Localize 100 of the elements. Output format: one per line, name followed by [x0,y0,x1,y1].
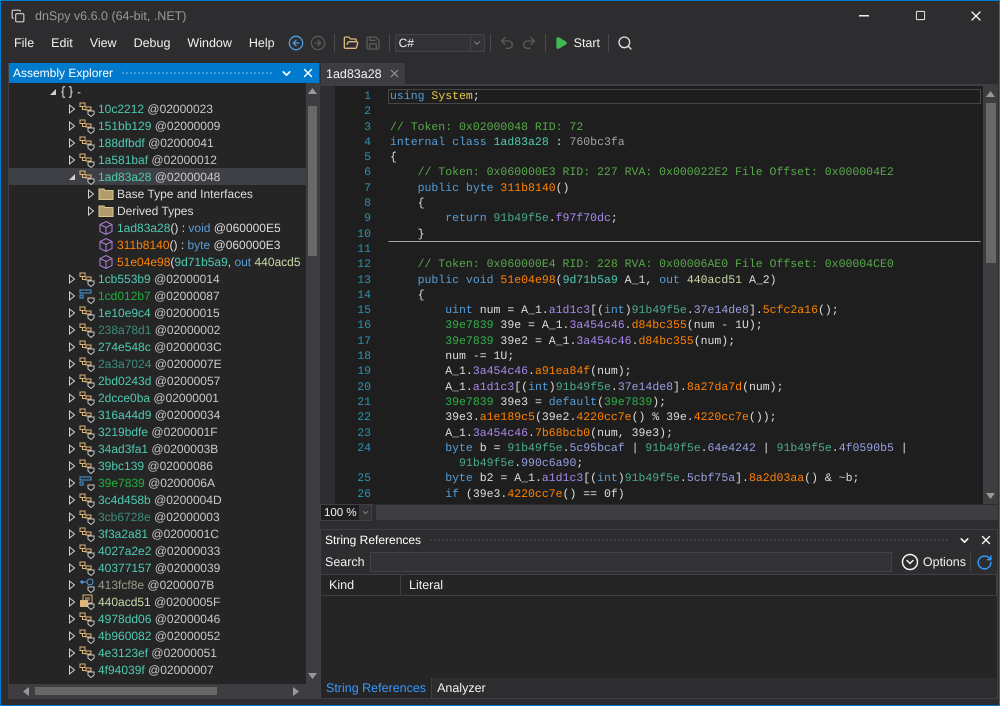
horizontal-scrollbar[interactable] [376,505,998,520]
expand-arrow-icon[interactable] [68,562,76,572]
tree-row[interactable]: 2a3a7024 @0200007E [9,355,306,372]
tree-row[interactable]: 2dcce0ba @02000001 [9,389,306,406]
menu-item[interactable]: Window [180,33,239,53]
tree-row[interactable]: - [9,83,306,100]
expand-arrow-icon[interactable] [68,392,76,402]
expand-arrow-icon[interactable] [68,614,76,624]
expand-arrow-icon[interactable] [68,664,76,674]
tree-row[interactable]: 4f94039f @02000007 [9,661,306,678]
tree-row[interactable]: 413fcf8e @0200007B [9,576,306,593]
column-header[interactable]: Kind [321,575,401,595]
expand-arrow-icon[interactable] [68,324,76,334]
scroll-thumb[interactable] [35,687,217,695]
scroll-left-icon[interactable] [23,686,29,696]
tree-row[interactable]: 1a581baf @02000012 [9,151,306,168]
expand-arrow-icon[interactable] [68,444,76,454]
tree-row[interactable]: 4027a2e2 @02000033 [9,542,306,559]
tree-row[interactable]: 1ad83a28() : void @060000E5 [9,219,306,236]
tree-row[interactable]: 274e548c @0200003C [9,338,306,355]
tree-row[interactable]: 39bc139 @02000086 [9,457,306,474]
expand-arrow-icon[interactable] [68,546,76,556]
vertical-scrollbar[interactable] [306,83,319,684]
expand-arrow-icon[interactable] [68,580,76,590]
expand-arrow-icon[interactable] [68,630,76,640]
column-header[interactable]: Literal [401,575,997,595]
expand-arrow-icon[interactable] [87,188,95,198]
expand-arrow-icon[interactable] [68,290,76,300]
expand-arrow-icon[interactable] [68,596,76,606]
expand-arrow-icon[interactable] [68,478,76,488]
tree-row[interactable]: 151bb129 @02000009 [9,117,306,134]
expand-arrow-icon[interactable] [68,154,76,164]
close-icon[interactable] [979,533,993,547]
type-label: 34ad3fa1 @0200003B [98,442,218,456]
collapse-arrow-icon[interactable] [49,86,57,96]
scroll-up-icon[interactable] [308,88,317,94]
tree-row[interactable]: 40377157 @02000039 [9,559,306,576]
tree-row[interactable]: 10c2212 @02000023 [9,100,306,117]
expand-arrow-icon[interactable] [68,410,76,420]
scroll-down-icon[interactable] [308,673,317,679]
scroll-thumb[interactable] [986,103,996,263]
tree-row[interactable]: 3219bdfe @0200001F [9,423,306,440]
panel-tab[interactable]: String References [321,678,432,698]
expand-arrow-icon[interactable] [68,460,76,470]
tree-row[interactable]: 1e10e9c4 @02000015 [9,304,306,321]
tree-row[interactable]: 4978dd06 @02000046 [9,610,306,627]
vertical-scrollbar[interactable] [983,86,998,504]
tree-row[interactable]: 311b8140() : byte @060000E3 [9,236,306,253]
expand-arrow-icon[interactable] [68,104,76,114]
options-button[interactable]: Options [896,553,971,571]
expand-arrow-icon[interactable] [87,206,95,216]
tree-row[interactable]: 51e04e98(9d71b5a9, out 440acd5 [9,253,306,270]
collapse-arrow-icon[interactable] [68,172,76,182]
menu-item[interactable]: File [7,33,42,53]
tree-row[interactable]: 3cb6728e @02000003 [9,508,306,525]
menu-item[interactable]: Debug [126,33,178,53]
tree-row[interactable]: 188dfbdf @02000041 [9,134,306,151]
expand-arrow-icon[interactable] [68,138,76,148]
type-label: 4e3123ef @02000051 [98,646,217,660]
refresh-icon[interactable] [976,554,993,570]
tree-row[interactable]: 316a44d9 @02000034 [9,406,306,423]
scroll-thumb[interactable] [308,106,317,256]
tree-row[interactable]: Derived Types [9,202,306,219]
language-dropdown[interactable]: C# [394,34,485,52]
tree-row[interactable]: 1ad83a28 @02000048 [9,168,306,185]
tree-row[interactable]: 238a78d1 @02000002 [9,321,306,338]
expand-arrow-icon[interactable] [68,358,76,368]
document-tab[interactable]: 1ad83a28 [321,63,405,84]
expand-arrow-icon[interactable] [68,426,76,436]
menu-item[interactable]: Edit [44,33,80,53]
menu-item[interactable]: Help [242,33,282,53]
tree-row[interactable]: 4b960082 @02000052 [9,627,306,644]
horizontal-scrollbar[interactable] [9,684,319,698]
folder-icon [342,35,359,51]
expand-arrow-icon[interactable] [68,308,76,318]
tree-row[interactable]: 2bd0243d @02000057 [9,372,306,389]
start-button[interactable]: Start [550,34,604,52]
scroll-right-icon[interactable] [293,686,299,696]
expand-arrow-icon[interactable] [68,528,76,538]
tree-row[interactable]: 34ad3fa1 @0200003B [9,440,306,457]
tree-row[interactable]: 39e7839 @0200006A [9,474,306,491]
tree-row[interactable]: 1cd012b7 @02000087 [9,287,306,304]
expand-arrow-icon[interactable] [68,120,76,130]
expand-arrow-icon[interactable] [68,342,76,352]
tree-row[interactable]: 440acd51 @0200005F [9,593,306,610]
expand-arrow-icon[interactable] [68,376,76,386]
menu-item[interactable]: View [82,33,124,53]
panel-tab[interactable]: Analyzer [432,678,492,698]
tree-row[interactable]: Base Type and Interfaces [9,185,306,202]
expand-arrow-icon[interactable] [68,648,76,658]
expand-arrow-icon[interactable] [68,512,76,522]
tree-row[interactable]: 1cb553b9 @02000014 [9,270,306,287]
tree-row[interactable]: 3f3a2a81 @0200001C [9,525,306,542]
scroll-down-icon[interactable] [986,493,995,499]
tree-row[interactable]: 3c4d458b @0200004D [9,491,306,508]
expand-arrow-icon[interactable] [68,274,76,284]
expand-arrow-icon[interactable] [68,494,76,504]
zoom-dropdown[interactable]: 100 % [320,504,372,521]
scroll-up-icon[interactable] [986,91,995,97]
tree-row[interactable]: 4e3123ef @02000051 [9,644,306,661]
